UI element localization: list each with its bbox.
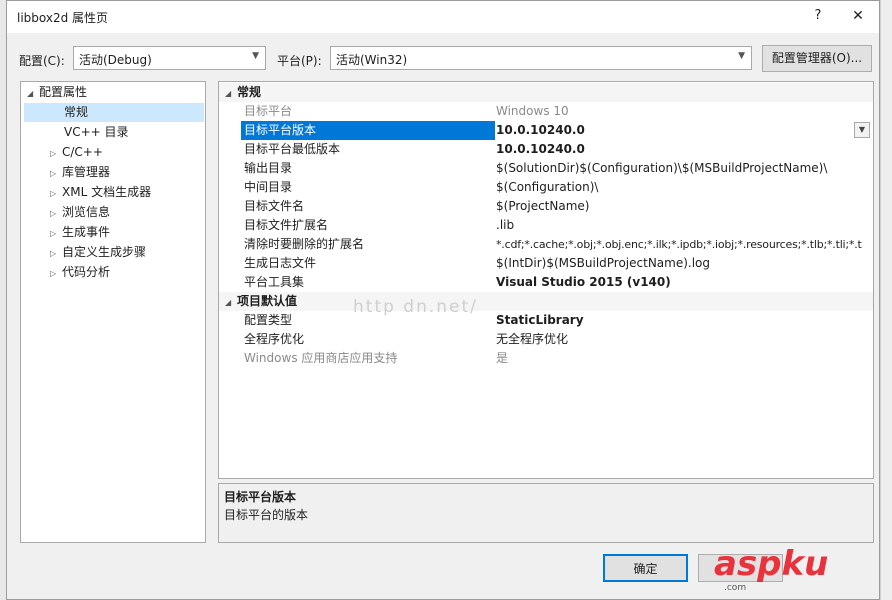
expand-triangle-icon[interactable]: ▷: [50, 184, 62, 203]
property-value: 是: [496, 351, 509, 365]
tree-item-cpp[interactable]: ▷ C/C++: [50, 143, 103, 162]
chevron-down-icon: ▼: [252, 51, 259, 61]
tree-item-label: 库管理器: [62, 165, 111, 179]
section-project-defaults[interactable]: ◢ 项目默认值: [219, 292, 873, 311]
collapse-triangle-icon[interactable]: ◢: [225, 293, 237, 312]
property-grid: ◢ 常规 目标平台 Windows 10 目标平台版本 10.0.10240.0 …: [218, 81, 874, 479]
property-name: 中间目录: [244, 180, 293, 194]
property-tree: ◢ 配置属性 常规 VC++ 目录 ▷ C/C++ ▷ 库管理器 ▷ XML 文档生成器…: [20, 81, 206, 543]
property-name: 输出目录: [244, 161, 293, 175]
description-panel: 目标平台版本 目标平台的版本: [218, 483, 874, 543]
tree-item-label: C/C++: [62, 145, 103, 159]
site-logo: aspku: [714, 544, 829, 584]
property-value: Visual Studio 2015 (v140): [496, 275, 671, 289]
property-value: 10.0.10240.0: [496, 142, 585, 156]
property-row[interactable]: 目标文件扩展名 .lib: [219, 216, 873, 235]
tree-item-general[interactable]: 常规: [24, 103, 204, 122]
tree-item-vc-directories[interactable]: VC++ 目录: [64, 123, 129, 142]
property-name: 目标文件名: [244, 199, 305, 213]
site-logo-suffix: .com: [724, 583, 747, 593]
tree-item-label: VC++ 目录: [64, 125, 129, 139]
property-row[interactable]: 配置类型 StaticLibrary: [219, 311, 873, 330]
section-general[interactable]: ◢ 常规: [219, 83, 873, 102]
watermark: http dn.net/: [353, 297, 478, 317]
background-right-strip: [880, 0, 892, 600]
section-title: 常规: [237, 85, 262, 99]
platform-dropdown[interactable]: 活动(Win32) ▼: [330, 46, 752, 70]
platform-value: 活动(Win32): [336, 53, 408, 67]
tree-item-label: 浏览信息: [62, 205, 111, 219]
collapse-triangle-icon[interactable]: ◢: [225, 84, 237, 103]
property-value: $(SolutionDir)$(Configuration)\$(MSBuild…: [496, 161, 828, 175]
ok-button[interactable]: 确定: [603, 554, 688, 582]
close-button[interactable]: ✕: [845, 6, 871, 26]
help-button[interactable]: ?: [807, 6, 829, 26]
property-row[interactable]: 平台工具集 Visual Studio 2015 (v140): [219, 273, 873, 292]
property-value: *.cdf;*.cache;*.obj;*.obj.enc;*.ilk;*.ip…: [496, 238, 862, 251]
description-title: 目标平台版本: [224, 490, 297, 504]
collapse-triangle-icon[interactable]: ◢: [27, 84, 39, 103]
expand-triangle-icon[interactable]: ▷: [50, 164, 62, 183]
property-name: 目标平台版本: [241, 121, 495, 140]
config-label: 配置(C):: [19, 54, 65, 68]
window-title: libbox2d 属性页: [17, 11, 109, 25]
property-value: .lib: [496, 218, 515, 232]
expand-triangle-icon[interactable]: ▷: [50, 224, 62, 243]
tree-item-custom-build-step[interactable]: ▷ 自定义生成步骤: [50, 243, 146, 262]
property-row[interactable]: 中间目录 $(Configuration)\: [219, 178, 873, 197]
tree-item-code-analysis[interactable]: ▷ 代码分析: [50, 263, 110, 282]
property-row[interactable]: 目标平台最低版本 10.0.10240.0: [219, 140, 873, 159]
tree-item-browse-info[interactable]: ▷ 浏览信息: [50, 203, 110, 222]
property-row[interactable]: 生成日志文件 $(IntDir)$(MSBuildProjectName).lo…: [219, 254, 873, 273]
chevron-down-icon[interactable]: ▼: [854, 122, 870, 138]
expand-triangle-icon[interactable]: ▷: [50, 144, 62, 163]
tree-item-label: 代码分析: [62, 265, 111, 279]
tree-item-label: 常规: [64, 105, 89, 119]
expand-triangle-icon[interactable]: ▷: [50, 244, 62, 263]
property-value: $(Configuration)\: [496, 180, 599, 194]
property-row[interactable]: 目标平台 Windows 10: [219, 102, 873, 121]
property-name: 平台工具集: [244, 275, 305, 289]
tree-root-config-properties[interactable]: ◢ 配置属性: [27, 83, 87, 102]
config-manager-button[interactable]: 配置管理器(O)...: [762, 45, 872, 72]
property-name: 目标文件扩展名: [244, 218, 329, 232]
property-row-selected[interactable]: 目标平台版本 10.0.10240.0 ▼: [219, 121, 873, 140]
section-title: 项目默认值: [237, 294, 298, 308]
description-text: 目标平台的版本: [224, 508, 309, 522]
property-row[interactable]: Windows 应用商店应用支持 是: [219, 349, 873, 368]
property-value: $(ProjectName): [496, 199, 590, 213]
tree-item-label: 自定义生成步骤: [62, 245, 147, 259]
property-value: Windows 10: [496, 104, 569, 118]
property-name: 目标平台最低版本: [244, 142, 341, 156]
platform-label: 平台(P):: [277, 54, 322, 68]
tree-item-librarian[interactable]: ▷ 库管理器: [50, 163, 110, 182]
property-value: StaticLibrary: [496, 313, 584, 327]
property-row[interactable]: 清除时要删除的扩展名 *.cdf;*.cache;*.obj;*.obj.enc…: [219, 235, 873, 254]
property-name: 目标平台: [244, 104, 293, 118]
expand-triangle-icon[interactable]: ▷: [50, 204, 62, 223]
tree-item-label: XML 文档生成器: [62, 185, 152, 199]
chevron-down-icon: ▼: [738, 51, 745, 61]
tree-item-label: 生成事件: [62, 225, 111, 239]
tree-root-label: 配置属性: [39, 85, 88, 99]
property-name: 生成日志文件: [244, 256, 317, 270]
config-value: 活动(Debug): [79, 53, 152, 67]
config-dropdown[interactable]: 活动(Debug) ▼: [73, 46, 266, 70]
property-value[interactable]: 10.0.10240.0: [496, 121, 871, 140]
property-name: 全程序优化: [244, 332, 305, 346]
property-name: 清除时要删除的扩展名: [244, 237, 365, 251]
property-value: 无全程序优化: [496, 332, 569, 346]
property-row[interactable]: 全程序优化 无全程序优化: [219, 330, 873, 349]
property-pages-dialog: libbox2d 属性页 ? ✕ 配置(C): 活动(Debug) ▼ 平台(P…: [6, 0, 880, 600]
tree-item-build-events[interactable]: ▷ 生成事件: [50, 223, 110, 242]
property-name: Windows 应用商店应用支持: [244, 351, 398, 365]
property-row[interactable]: 目标文件名 $(ProjectName): [219, 197, 873, 216]
property-row[interactable]: 输出目录 $(SolutionDir)$(Configuration)\$(MS…: [219, 159, 873, 178]
tree-item-xml-doc-generator[interactable]: ▷ XML 文档生成器: [50, 183, 151, 202]
title-bar: libbox2d 属性页 ? ✕: [7, 1, 879, 33]
property-value: $(IntDir)$(MSBuildProjectName).log: [496, 256, 711, 270]
expand-triangle-icon[interactable]: ▷: [50, 264, 62, 283]
